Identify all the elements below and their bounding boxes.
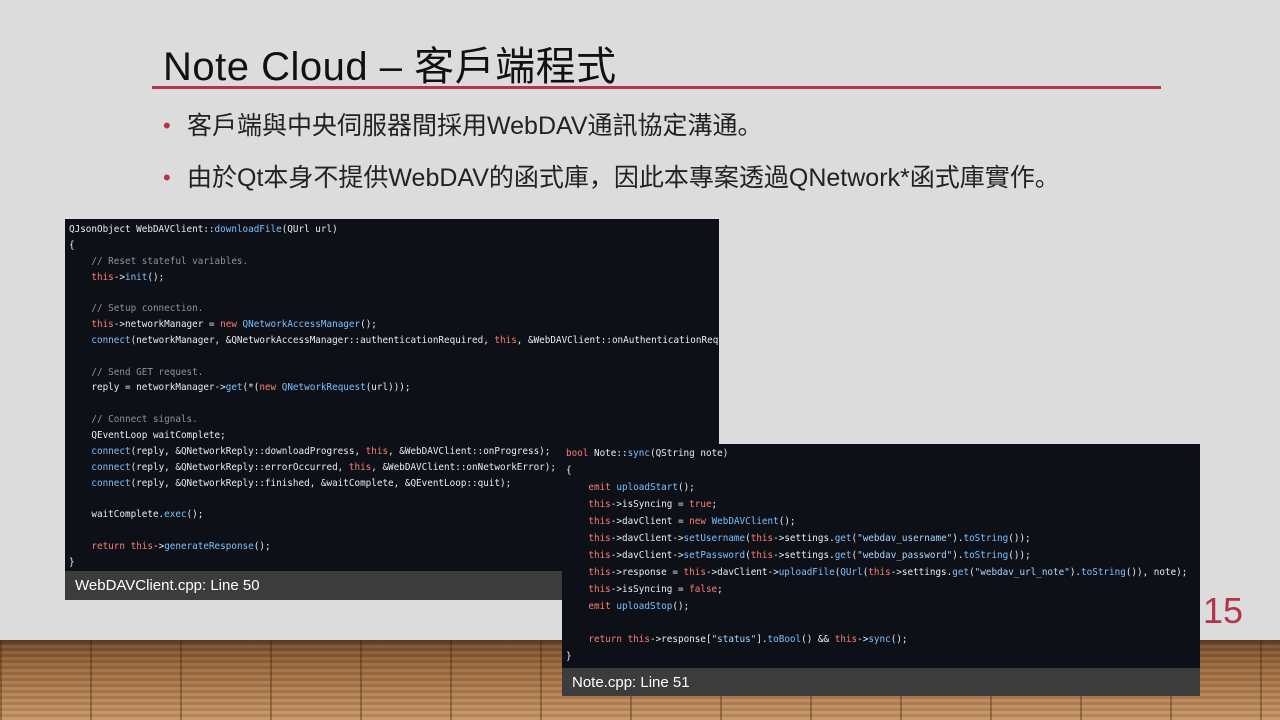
bullet-item: • 客戶端與中央伺服器間採用WebDAV通訊協定溝通。 [163, 106, 1060, 146]
code-screenshot-note: bool Note::sync(QString note) { emit upl… [562, 444, 1200, 668]
slide-title: Note Cloud – 客戶端程式 [163, 45, 617, 89]
bullet-item: • 由於Qt本身不提供WebDAV的函式庫，因此本專案透過QNetwork*函式… [163, 158, 1060, 198]
bullet-list: • 客戶端與中央伺服器間採用WebDAV通訊協定溝通。 • 由於Qt本身不提供W… [163, 106, 1060, 210]
page-number: 15 [1203, 590, 1244, 631]
title-underline [152, 86, 1161, 89]
bullet-icon: • [163, 165, 171, 190]
bullet-icon: • [163, 113, 171, 138]
code-caption: Note.cpp: Line 51 [562, 668, 1200, 696]
code-listing: bool Note::sync(QString note) { emit upl… [566, 448, 1188, 663]
bullet-text: 由於Qt本身不提供WebDAV的函式庫，因此本專案透過QNetwork*函式庫實… [187, 164, 1060, 192]
code-caption: WebDAVClient.cpp: Line 50 [65, 571, 567, 600]
bullet-text: 客戶端與中央伺服器間採用WebDAV通訊協定溝通。 [187, 112, 763, 140]
